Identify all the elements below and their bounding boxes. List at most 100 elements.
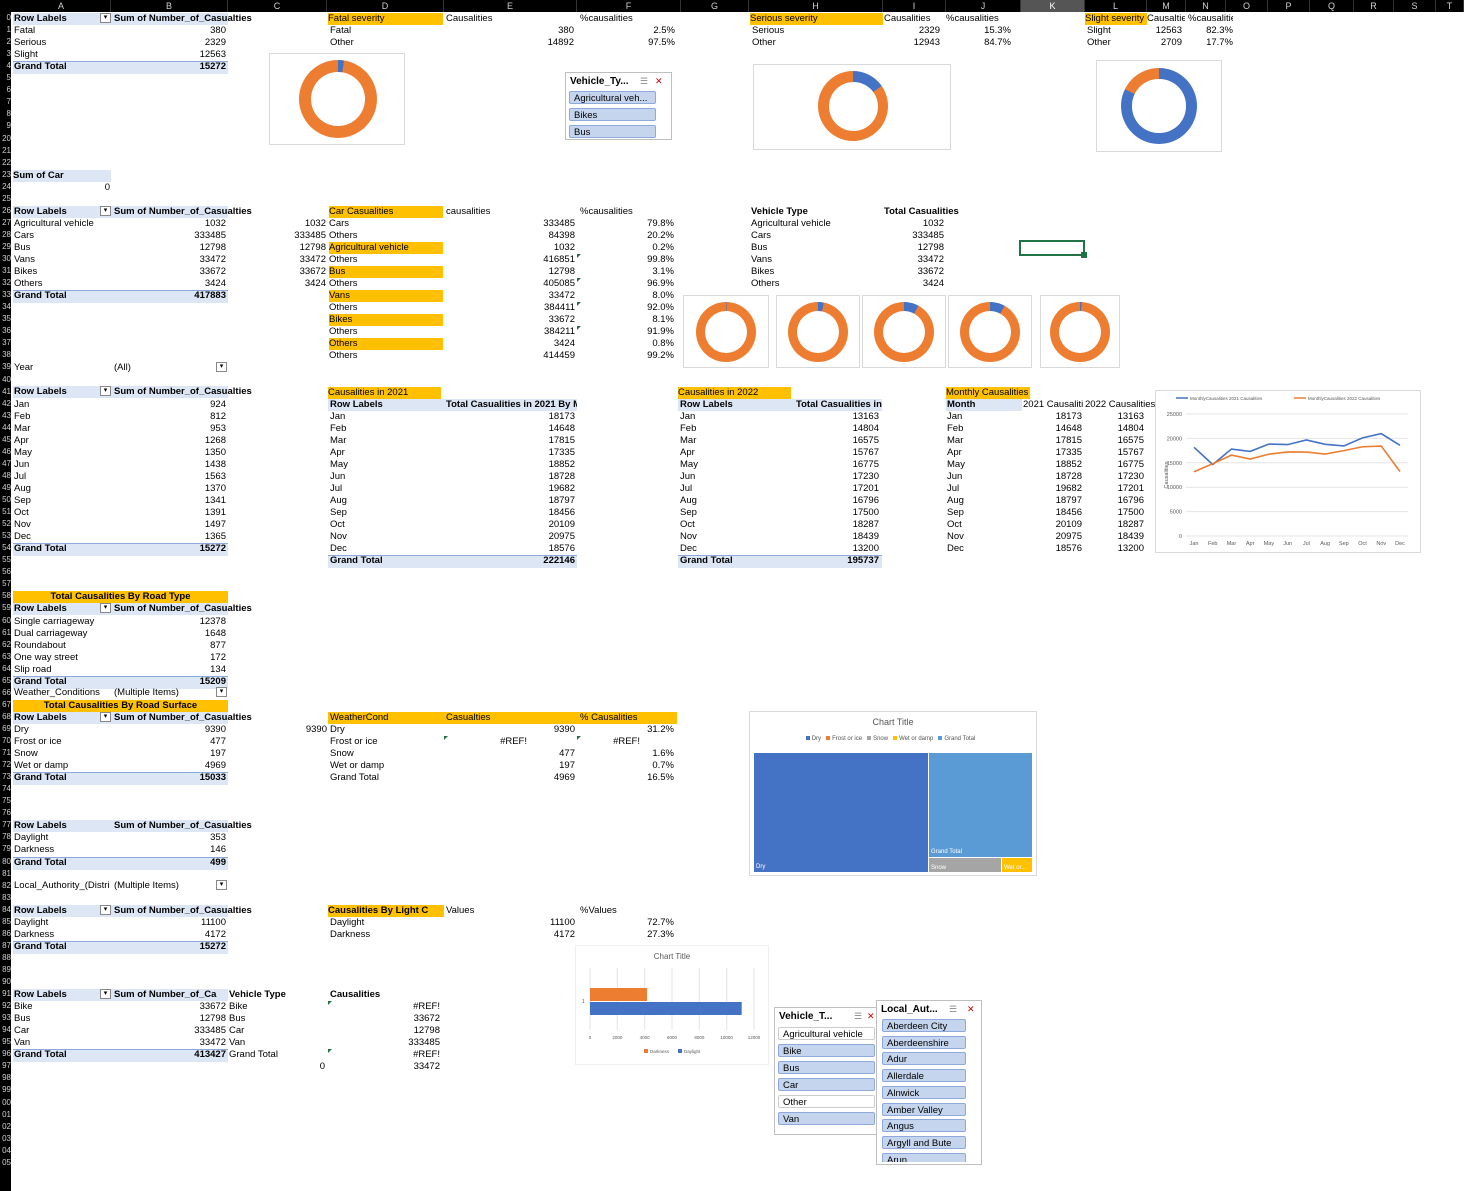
row-number[interactable]: 46	[0, 446, 11, 458]
row-number[interactable]: 75	[0, 795, 11, 807]
vehicle-donut-chart[interactable]	[776, 295, 860, 368]
column-header-A[interactable]: A	[12, 0, 111, 12]
monthly-line-chart[interactable]: 25000 20000 15000 10000 5000 0 Jan Feb Mar Apr May…	[1155, 390, 1421, 553]
row-number[interactable]: 33	[0, 289, 11, 301]
treemap-chart[interactable]: Chart Title Dry Frost or ice Snow Wet or da…	[749, 711, 1037, 876]
row-number[interactable]: 60	[0, 615, 11, 627]
row-number[interactable]: 05	[0, 1157, 11, 1169]
row-number[interactable]: 29	[0, 241, 11, 253]
slicer-item[interactable]: Aberdeen City	[882, 1019, 966, 1032]
column-header-P[interactable]: P	[1268, 0, 1310, 12]
slicer-item[interactable]: Alnwick	[882, 1085, 966, 1099]
row-number[interactable]: 51	[0, 506, 11, 518]
filter-dropdown-icon[interactable]: ▾	[100, 905, 114, 917]
vehicle-type-slicer-top[interactable]: Vehicle_Ty... ☰ ✕ Agricultural veh... Bik…	[565, 72, 672, 140]
row-number[interactable]: 64	[0, 663, 11, 675]
row-number[interactable]: 49	[0, 482, 11, 494]
row-number[interactable]: 74	[0, 783, 11, 795]
vehicle-type-slicer[interactable]: Vehicle_T... ☰ ✕ Agricultural vehicle Bik…	[774, 1007, 881, 1135]
row-number[interactable]: 27	[0, 217, 11, 229]
row-number[interactable]: 83	[0, 892, 11, 904]
row-number[interactable]: 34	[0, 301, 11, 313]
row-number[interactable]: 57	[0, 578, 11, 590]
row-number[interactable]: 68	[0, 711, 11, 723]
slicer-item[interactable]: Argyll and Bute	[882, 1135, 966, 1149]
slicer-item[interactable]: Bus	[778, 1061, 875, 1074]
column-header-R[interactable]: R	[1354, 0, 1394, 12]
clear-filter-icon[interactable]: ✕	[867, 1011, 875, 1022]
row-number[interactable]: 84	[0, 904, 11, 916]
row-number[interactable]: 01	[0, 1109, 11, 1121]
light-bar-chart[interactable]: Chart Title 0 2000 4000 6000 8000 10000 12000 1 D…	[575, 945, 769, 1065]
column-header-B[interactable]: B	[111, 0, 228, 12]
serious-donut-chart[interactable]	[753, 64, 951, 150]
row-number[interactable]: 1	[0, 24, 11, 36]
row-number[interactable]: 04	[0, 1145, 11, 1157]
row-number[interactable]: 31	[0, 265, 11, 277]
row-number[interactable]: 38	[0, 349, 11, 361]
column-header-E[interactable]: E	[444, 0, 577, 12]
row-number[interactable]: 40	[0, 374, 11, 386]
weather-filter-dropdown-icon[interactable]: ▾	[216, 687, 230, 699]
slicer-item[interactable]: Bus	[569, 125, 656, 138]
fatal-donut-chart[interactable]	[269, 53, 405, 145]
column-header-D[interactable]: D	[327, 0, 444, 12]
row-number[interactable]: 59	[0, 602, 11, 614]
row-number[interactable]: 20	[0, 133, 11, 145]
row-number[interactable]: 95	[0, 1036, 11, 1048]
row-number[interactable]: 92	[0, 1000, 11, 1012]
vehicle-donut-chart[interactable]	[948, 295, 1032, 368]
column-header-J[interactable]: J	[946, 0, 1021, 12]
row-number[interactable]: 86	[0, 928, 11, 940]
multi-select-icon[interactable]: ☰	[854, 1011, 862, 1022]
row-number[interactable]: 44	[0, 422, 11, 434]
column-header-H[interactable]: H	[749, 0, 883, 12]
row-number[interactable]: 91	[0, 988, 11, 1000]
local-authority-slicer[interactable]: Local_Aut... ☰ ✕ Aberdeen City Aberdeensh…	[876, 1000, 982, 1165]
row-number[interactable]: 76	[0, 807, 11, 819]
column-header-K[interactable]: K	[1021, 0, 1085, 12]
slicer-item[interactable]: Adur	[882, 1052, 966, 1066]
column-header-I[interactable]: I	[883, 0, 946, 12]
row-number[interactable]: 9	[0, 120, 11, 132]
local-authority-filter-value[interactable]: (Multiple Items)	[114, 880, 179, 892]
row-number[interactable]: 58	[0, 590, 11, 602]
row-number[interactable]: 99	[0, 1084, 11, 1096]
row-number[interactable]: 82	[0, 880, 11, 892]
filter-dropdown-icon[interactable]: ▾	[100, 206, 114, 218]
row-number[interactable]: 21	[0, 145, 11, 157]
multi-select-icon[interactable]: ☰	[640, 76, 648, 87]
row-number[interactable]: 22	[0, 157, 11, 169]
row-number[interactable]: 88	[0, 952, 11, 964]
column-header-N[interactable]: N	[1186, 0, 1226, 12]
row-number[interactable]: 37	[0, 337, 11, 349]
row-number[interactable]: 3	[0, 48, 11, 60]
slicer-item[interactable]: Bike	[778, 1044, 875, 1057]
row-number[interactable]: 81	[0, 868, 11, 880]
weather-filter-value[interactable]: (Multiple Items)	[114, 687, 179, 699]
row-number[interactable]: 43	[0, 410, 11, 422]
row-number[interactable]: 36	[0, 325, 11, 337]
filter-dropdown-icon[interactable]: ▾	[100, 989, 114, 1001]
row-number[interactable]: 23	[0, 169, 11, 181]
slicer-item[interactable]: Van	[778, 1112, 875, 1125]
row-number[interactable]: 98	[0, 1072, 11, 1084]
row-number[interactable]: 90	[0, 976, 11, 988]
column-header-C[interactable]: C	[228, 0, 327, 12]
row-number[interactable]: 55	[0, 554, 11, 566]
row-number[interactable]: 53	[0, 530, 11, 542]
slicer-item[interactable]: Aberdeenshire	[882, 1035, 966, 1049]
slicer-item[interactable]: Bikes	[569, 108, 656, 121]
row-number[interactable]: 63	[0, 651, 11, 663]
slight-donut-chart[interactable]	[1096, 60, 1222, 152]
row-number[interactable]: 80	[0, 856, 11, 868]
filter-dropdown-icon[interactable]: ▾	[100, 603, 114, 615]
row-number[interactable]: 94	[0, 1024, 11, 1036]
slicer-item[interactable]: Car	[778, 1078, 875, 1091]
vehicle-donut-chart[interactable]	[862, 295, 946, 368]
row-number[interactable]: 42	[0, 398, 11, 410]
row-number[interactable]: 79	[0, 843, 11, 855]
column-header-M[interactable]: M	[1147, 0, 1186, 12]
row-number[interactable]: 28	[0, 229, 11, 241]
slicer-item[interactable]: Other	[778, 1095, 875, 1108]
